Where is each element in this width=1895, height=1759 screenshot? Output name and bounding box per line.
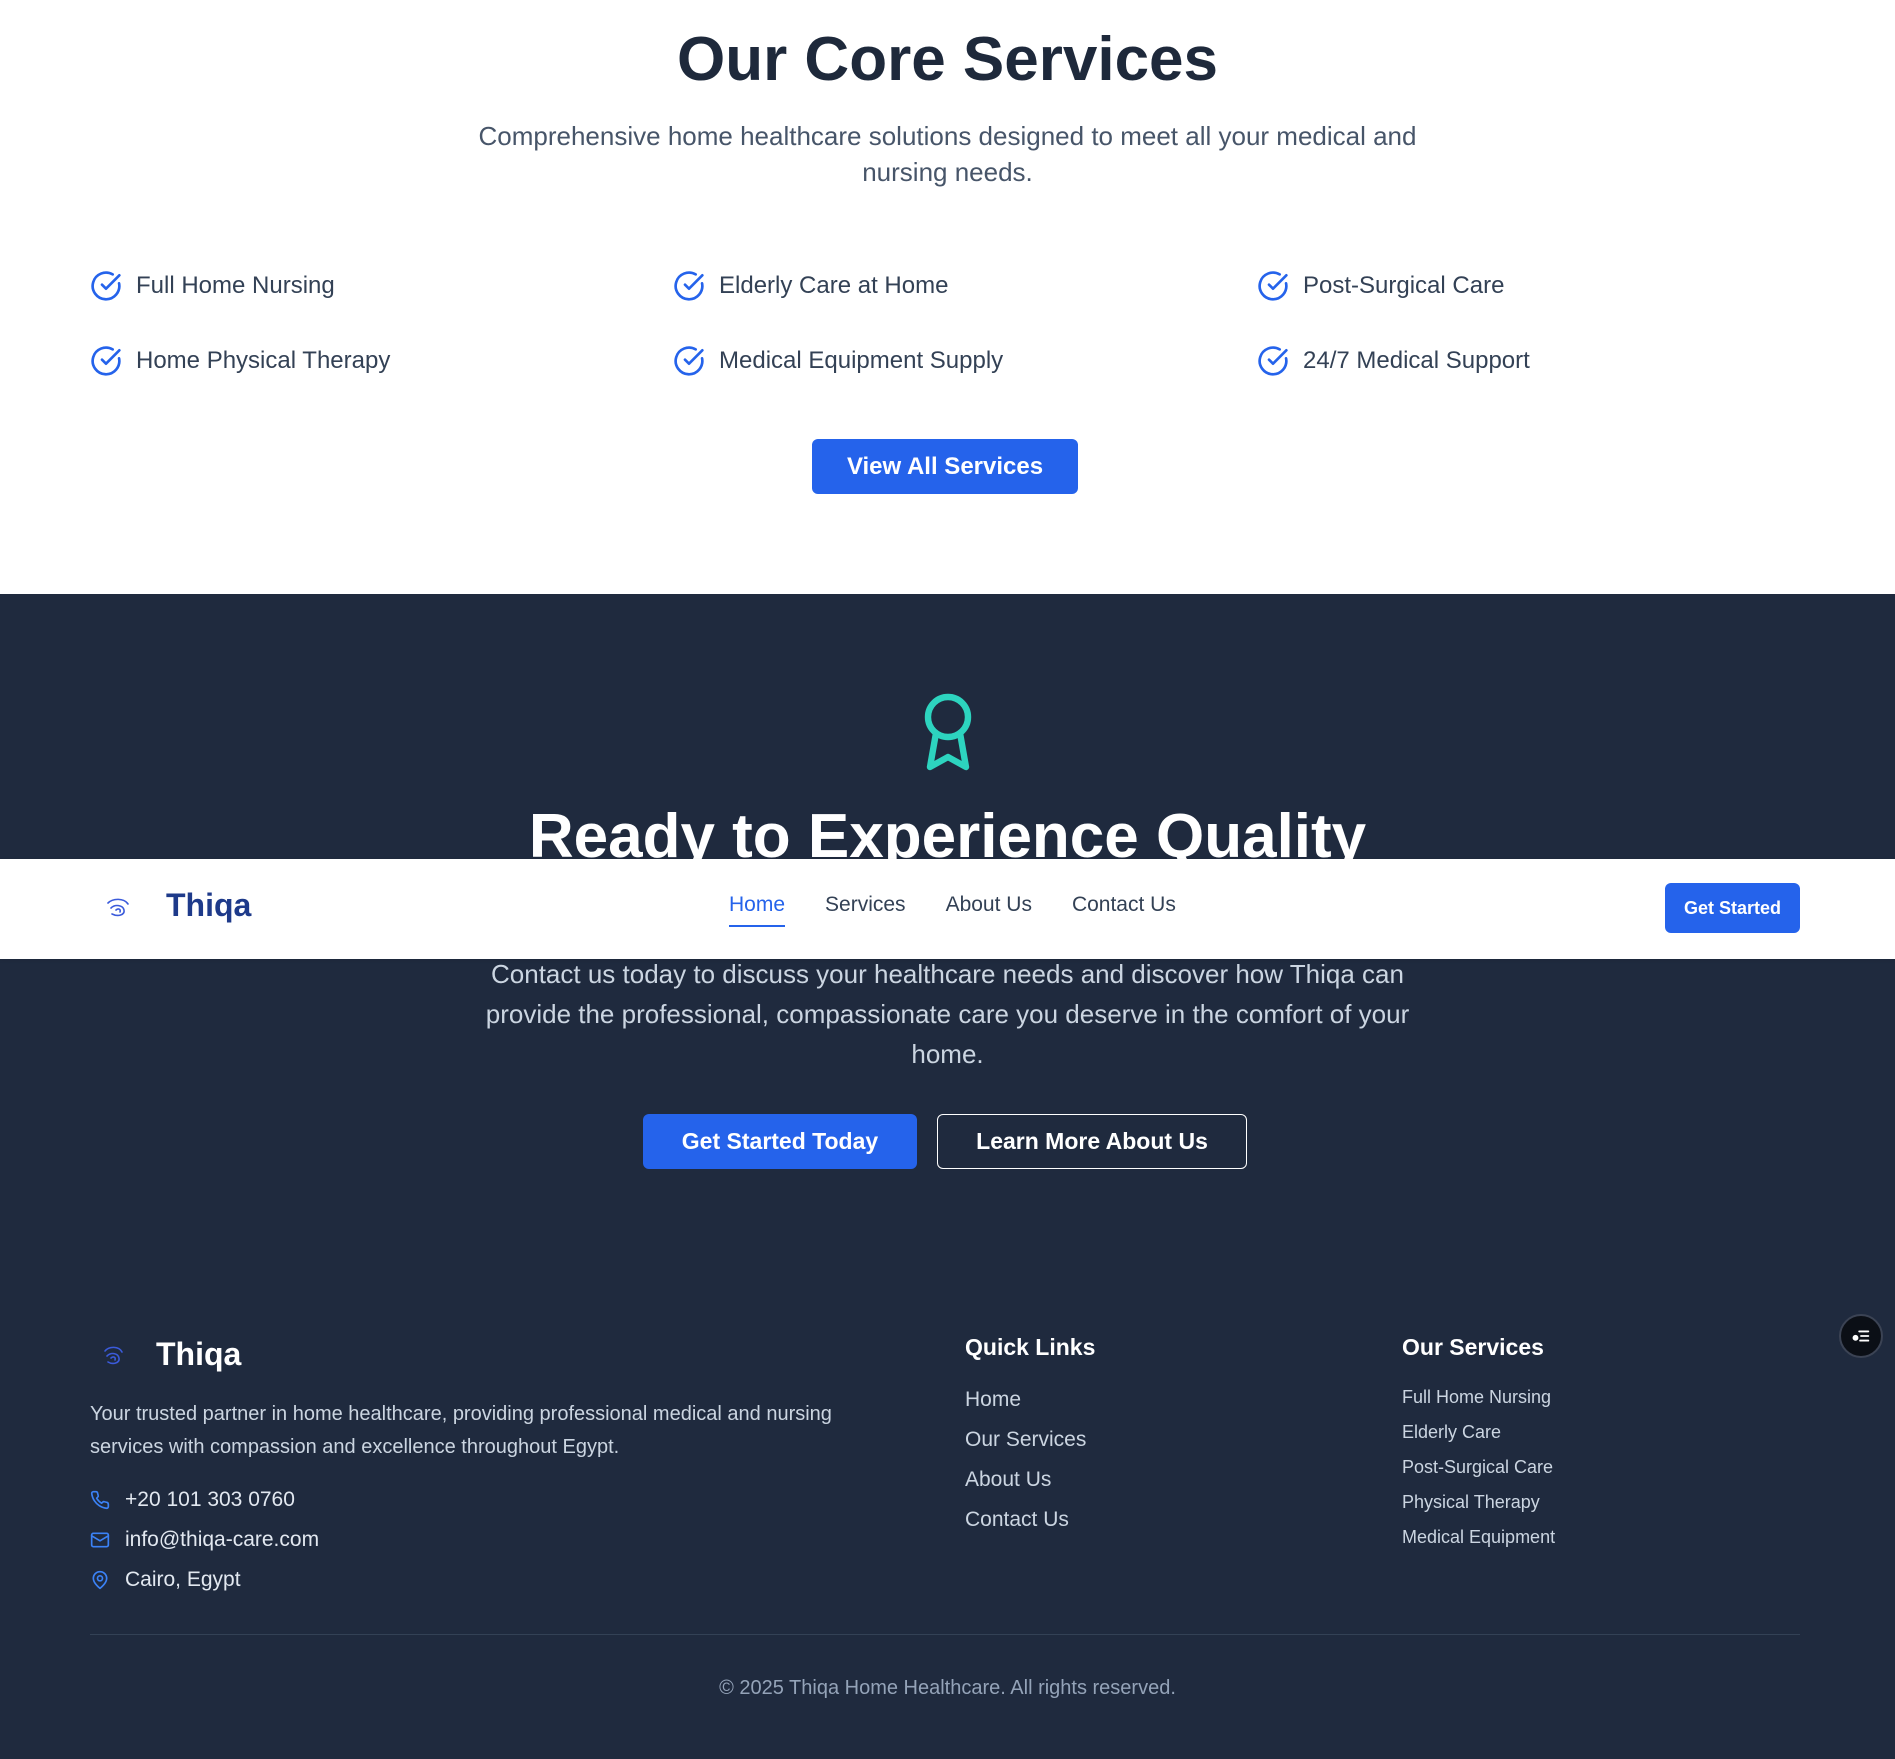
service-item-label: Post-Surgical Care xyxy=(1303,272,1505,299)
check-circle-icon xyxy=(90,345,122,377)
footer-link-about-us[interactable]: About Us xyxy=(965,1460,1086,1500)
service-item-label: 24/7 Medical Support xyxy=(1303,347,1530,374)
services-subtitle: Comprehensive home healthcare solutions … xyxy=(478,121,1417,187)
service-item: Elderly Care at Home xyxy=(673,266,948,306)
quick-links-title: Quick Links xyxy=(965,1334,1096,1360)
check-circle-icon xyxy=(90,270,122,302)
award-icon xyxy=(918,693,978,773)
footer-description: Your trusted partner in home healthcare,… xyxy=(90,1403,832,1458)
footer-divider xyxy=(90,1634,1800,1635)
footer-brand: Thiqa xyxy=(156,1336,242,1372)
footer-service-link[interactable]: Elderly Care xyxy=(1402,1415,1555,1450)
service-item: Full Home Nursing xyxy=(90,266,335,306)
cta-text: Contact us today to discuss your healthc… xyxy=(485,959,1410,1069)
view-all-services-button[interactable]: View All Services xyxy=(812,439,1078,494)
service-item-label: Home Physical Therapy xyxy=(136,347,391,374)
footer-service-link[interactable]: Post-Surgical Care xyxy=(1402,1450,1555,1485)
check-circle-icon xyxy=(1257,345,1289,377)
get-started-button[interactable]: Get Started xyxy=(1665,883,1800,933)
mail-icon xyxy=(90,1530,110,1550)
service-item-label: Medical Equipment Supply xyxy=(719,347,1004,374)
footer-location: Cairo, Egypt xyxy=(90,1568,241,1592)
nav-about-us[interactable]: About Us xyxy=(946,893,1032,927)
learn-more-about-us-button[interactable]: Learn More About Us xyxy=(937,1114,1247,1169)
services-grid: Full Home Nursing Elderly Care at Home P… xyxy=(90,266,1840,396)
our-services-list: Full Home Nursing Elderly Care Post-Surg… xyxy=(1402,1380,1555,1555)
cta-section: Ready to Experience Quality Contact us t… xyxy=(0,594,1895,1759)
map-pin-icon xyxy=(90,1570,110,1590)
main-nav: Home Services About Us Contact Us xyxy=(729,893,1176,927)
service-item-label: Elderly Care at Home xyxy=(719,272,949,299)
nav-contact-us[interactable]: Contact Us xyxy=(1072,893,1176,927)
service-item: Post-Surgical Care xyxy=(1257,266,1504,306)
get-started-today-button[interactable]: Get Started Today xyxy=(643,1114,917,1169)
footer-logo-icon xyxy=(97,1339,131,1373)
footer-link-contact-us[interactable]: Contact Us xyxy=(965,1500,1086,1540)
footer-link-our-services[interactable]: Our Services xyxy=(965,1420,1086,1460)
quick-links-list: Home Our Services About Us Contact Us xyxy=(965,1380,1086,1540)
accessibility-menu-icon[interactable] xyxy=(1839,1314,1883,1358)
header-brand[interactable]: Thiqa xyxy=(166,887,251,924)
check-circle-icon xyxy=(673,270,705,302)
footer-service-link[interactable]: Physical Therapy xyxy=(1402,1485,1555,1520)
service-item: 24/7 Medical Support xyxy=(1257,341,1530,381)
check-circle-icon xyxy=(1257,270,1289,302)
footer-phone-text: +20 101 303 0760 xyxy=(125,1488,295,1511)
footer-email-text: info@thiqa-care.com xyxy=(125,1528,320,1551)
service-item: Home Physical Therapy xyxy=(90,341,390,381)
copyright-text: © 2025 Thiqa Home Healthcare. All rights… xyxy=(719,1677,1176,1699)
nav-home[interactable]: Home xyxy=(729,893,786,927)
footer-service-link[interactable]: Medical Equipment xyxy=(1402,1520,1555,1555)
services-title: Our Core Services xyxy=(676,25,1219,94)
heart-hand-logo-icon[interactable] xyxy=(102,891,136,925)
footer-location-text: Cairo, Egypt xyxy=(125,1568,241,1591)
service-item: Medical Equipment Supply xyxy=(673,341,1003,381)
phone-icon xyxy=(90,1490,110,1510)
footer-service-link[interactable]: Full Home Nursing xyxy=(1402,1380,1555,1415)
footer-link-home[interactable]: Home xyxy=(965,1380,1086,1420)
site-header: Thiqa Home Services About Us Contact Us … xyxy=(0,859,1895,959)
footer-phone[interactable]: +20 101 303 0760 xyxy=(90,1488,295,1512)
services-section: Our Core Services Comprehensive home hea… xyxy=(0,0,1895,594)
our-services-title: Our Services xyxy=(1402,1334,1544,1360)
footer-email[interactable]: info@thiqa-care.com xyxy=(90,1528,319,1552)
check-circle-icon xyxy=(673,345,705,377)
nav-services[interactable]: Services xyxy=(825,893,906,927)
service-item-label: Full Home Nursing xyxy=(136,272,335,299)
